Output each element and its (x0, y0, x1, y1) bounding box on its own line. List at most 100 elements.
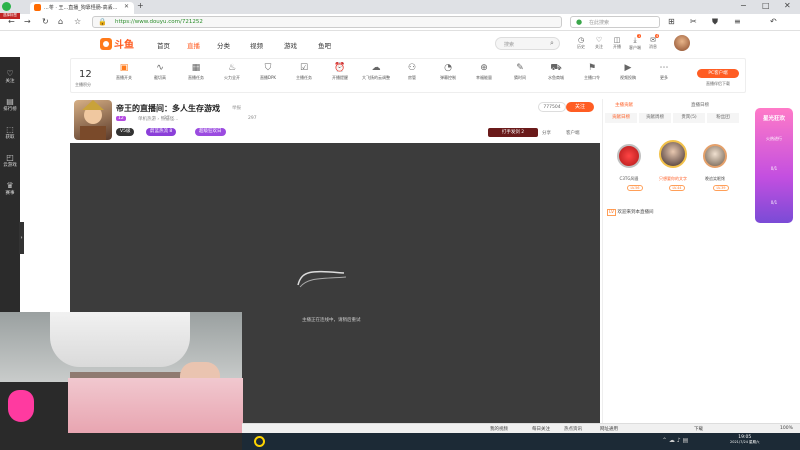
sidebar-item-get[interactable]: ⬚ 获取 (0, 125, 20, 140)
tab-weekly[interactable]: 贡献周榜 (639, 113, 671, 123)
user-avatar[interactable] (674, 35, 690, 51)
fans-count: 777504 (538, 102, 566, 112)
star-icon[interactable]: ☆ (74, 17, 81, 26)
tool-room-admin[interactable]: ⚇ 房管 (397, 63, 427, 81)
status-my-video[interactable]: 我的视频 (490, 426, 508, 432)
browser-tab[interactable]: ...苓 · 王...直播_狗靠怪肠-高丢... ✕ (30, 2, 134, 14)
share-button[interactable]: 分享 (542, 130, 551, 136)
broadcast-button[interactable]: ◫ 开播 (610, 36, 624, 50)
client-button[interactable]: ⤓ 客户端 (628, 36, 642, 51)
tool-label: 截切高 (154, 75, 166, 80)
tray-icons[interactable]: ⌃ ☁ ♪ ▤ (662, 437, 688, 444)
nav-yuba[interactable]: 鱼吧 (318, 40, 331, 50)
tab-daily[interactable]: 贡献日榜 (605, 113, 637, 123)
tool-video-upload[interactable]: ▶ 视频投稿 (613, 63, 643, 81)
client-link[interactable]: 客户端 (566, 130, 580, 136)
tool-energy[interactable]: ⊕ 幸福能量 (469, 63, 499, 81)
tool-tasks[interactable]: ▦ 直播任务 (181, 63, 211, 81)
history-button[interactable]: ◷ 历史 (574, 36, 588, 50)
tool-password[interactable]: ⚑ 主播口令 (577, 63, 607, 81)
nav-category[interactable]: 分类 (217, 40, 230, 50)
promo-banner[interactable]: 打手发剑 2 (488, 128, 538, 137)
video-icon: ▶ (624, 63, 632, 73)
tab-live-rank[interactable]: 直播日榜 (691, 102, 709, 108)
sidebar-item-events[interactable]: ♛ 赛事 (0, 181, 20, 196)
douyu-logo[interactable]: 斗鱼 (100, 37, 134, 51)
follow-button[interactable]: 关注 (566, 102, 594, 112)
status-hot-news[interactable]: 热点资讯 (564, 426, 582, 432)
site-search-input[interactable]: 搜索 ⌕ (495, 37, 560, 50)
tool-label: 直播开关 (116, 75, 132, 80)
menu-icon[interactable]: ≡ (734, 17, 741, 26)
cam-mouse (8, 390, 34, 422)
tool-label: 水鱼商城 (548, 75, 564, 80)
minimize-icon[interactable]: − (740, 1, 747, 10)
messages-button[interactable]: ✉ 消息 (646, 36, 660, 50)
taskbar-clock[interactable]: 19:05 2021/7/24 星期六 (730, 435, 760, 445)
promo-line-3: 0/1 (770, 200, 778, 205)
tab-vip[interactable]: 贵宾(5) (673, 113, 705, 123)
cam-person (50, 312, 190, 367)
fan-badge[interactable]: 蔚蓝热流 8 (146, 128, 177, 136)
label-badge[interactable]: 选择标签 (0, 13, 20, 19)
tab-contribution[interactable]: 主播贡献 (615, 102, 633, 108)
maximize-icon[interactable]: □ (762, 1, 770, 10)
gift-icon: ⬚ (6, 125, 14, 134)
status-daily-follow[interactable]: 每日关注 (532, 426, 550, 432)
new-tab-icon[interactable]: + (137, 1, 144, 10)
tool-live-switch[interactable]: ▣ 直播开关 (109, 63, 139, 81)
shield-icon[interactable]: ⛊ (712, 17, 718, 27)
sidebar-item-follow[interactable]: ♡ 关注 (0, 69, 20, 84)
extension-icon[interactable]: ✂ (690, 17, 697, 26)
nav-live[interactable]: 直播 (187, 40, 200, 50)
rank-avatar-1[interactable] (659, 140, 687, 168)
tool-streamer-task[interactable]: ☑ 主播任务 (289, 63, 319, 81)
status-download[interactable]: 下载 (694, 426, 703, 432)
follow-list-button[interactable]: ♡ 关注 (592, 36, 606, 50)
browser-search-input[interactable]: ● 在此搜索 (570, 16, 660, 28)
undo-icon[interactable]: ↶ (770, 17, 777, 26)
sidebar-item-rank[interactable]: ▤ 排行榜 (0, 97, 20, 112)
room-category[interactable]: 单机热游 › 熊猫怪... (138, 116, 178, 122)
close-tab-icon[interactable]: ✕ (124, 3, 129, 10)
tool-shop[interactable]: ⛟ 水鱼商城 (541, 63, 571, 81)
tool-dpk[interactable]: ⛉ 直播DPK (253, 63, 283, 81)
tool-reminder[interactable]: ⏰ 开播提醒 (325, 63, 355, 81)
sidebar-toggle-handle[interactable]: › (19, 222, 24, 254)
tool-more[interactable]: ⋯ 更多 (649, 63, 679, 81)
event-promo-widget[interactable]: 星光狂欢 火热进行 0/1 0/1 (755, 108, 793, 223)
sidebar-item-cloud-game[interactable]: ◰ 云游戏 (0, 153, 20, 168)
pc-client-sub[interactable]: 直播伴侣下载 (697, 81, 739, 87)
vip-badge[interactable]: V5级 (116, 128, 135, 136)
clock-icon: ◷ (577, 36, 585, 44)
tool-cloud[interactable]: ☁ 大飞扬的云调整 (361, 63, 391, 81)
browser-logo-icon[interactable] (2, 2, 11, 11)
nav-video[interactable]: 视频 (250, 40, 263, 50)
streamer-avatar[interactable] (74, 100, 112, 140)
grid-icon[interactable]: ⊞ (668, 17, 675, 26)
refresh-icon[interactable]: ↻ (42, 17, 49, 26)
browser-tab-bar: ...苓 · 王...直播_狗靠怪肠-高丢... ✕ + − □ ✕ (0, 0, 800, 14)
tool-clip[interactable]: ∿ 截切高 (145, 63, 175, 81)
report-link[interactable]: 举报 (232, 105, 241, 111)
home-icon[interactable]: ⌂ (58, 17, 63, 26)
address-bar[interactable]: 🔒 https://www.douyu.com/721252 (92, 16, 562, 28)
close-window-icon[interactable]: ✕ (784, 1, 791, 10)
status-zoom[interactable]: 100% (780, 426, 793, 431)
tab-fan-club[interactable]: 粉丝团 (707, 113, 739, 123)
lock-icon: 🔒 (98, 18, 107, 26)
nav-game[interactable]: 游戏 (284, 40, 297, 50)
tool-guess[interactable]: ✎ 猜时间 (505, 63, 535, 81)
tool-danmaku[interactable]: ◔ 弹幕控制 (433, 63, 463, 81)
forward-icon[interactable]: → (24, 17, 31, 26)
tool-firepower[interactable]: ♨ 火力全开 (217, 63, 247, 81)
pc-client-button[interactable]: PC客户端 (697, 69, 739, 78)
search-icon[interactable]: ⌕ (550, 39, 554, 48)
rank-avatar-2[interactable] (617, 144, 641, 168)
taskbar-app-icon[interactable] (254, 436, 265, 447)
nav-home[interactable]: 首页 (157, 40, 170, 50)
rank-avatar-3[interactable] (703, 144, 727, 168)
status-url[interactable]: 网址通用 (600, 426, 618, 432)
promo-line-1: 火热进行 (766, 136, 782, 141)
carnival-badge[interactable]: 超级狂欢日 (195, 128, 226, 136)
